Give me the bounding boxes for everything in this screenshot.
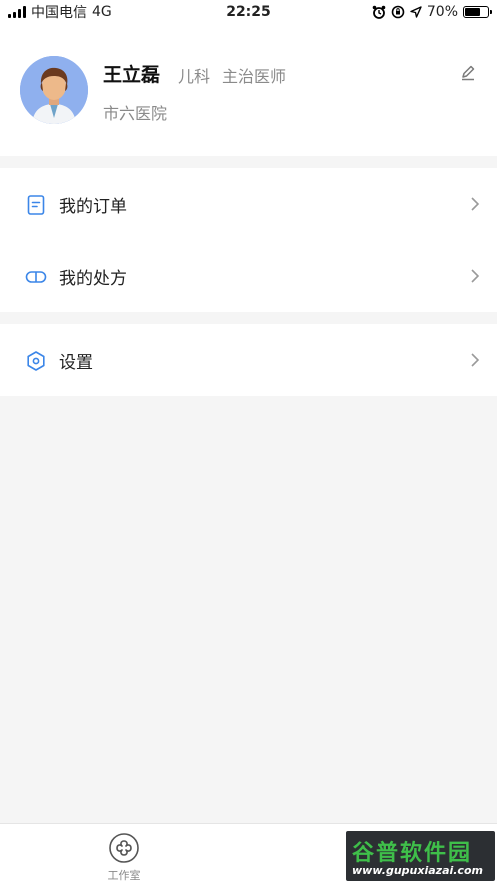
pill-icon bbox=[25, 271, 47, 283]
profile-card[interactable]: 王立磊 儿科 主治医师 市六医院 bbox=[0, 24, 497, 156]
doctor-avatar[interactable] bbox=[20, 56, 88, 124]
clover-icon bbox=[109, 833, 139, 863]
doctor-avatar-icon bbox=[20, 56, 88, 124]
doctor-department: 儿科 bbox=[178, 67, 211, 86]
menu-group-records: 我的订单 我的处方 bbox=[0, 168, 497, 312]
status-left: 中国电信 4G bbox=[8, 2, 112, 22]
doctor-title: 主治医师 bbox=[222, 67, 287, 86]
chevron-right-icon bbox=[471, 353, 480, 367]
menu-item-prescriptions[interactable]: 我的处方 bbox=[0, 240, 497, 312]
pencil-icon bbox=[462, 65, 475, 81]
battery-level bbox=[465, 8, 481, 16]
status-right: 70% bbox=[372, 4, 492, 20]
carrier-label: 中国电信 bbox=[31, 5, 87, 21]
menu-item-orders[interactable]: 我的订单 bbox=[0, 168, 497, 240]
menu-group-settings: 设置 bbox=[0, 324, 497, 396]
watermark-url: www.gupuxiazai.com bbox=[352, 864, 483, 877]
doctor-name: 王立磊 bbox=[103, 64, 161, 86]
battery-icon bbox=[463, 6, 492, 18]
tab-workroom[interactable]: 工作室 bbox=[94, 830, 154, 882]
menu-label-orders: 我的订单 bbox=[59, 196, 127, 217]
network-label: 4G bbox=[92, 4, 112, 20]
watermark-title: 谷普软件园 bbox=[352, 841, 473, 866]
hexagon-gear-icon bbox=[27, 351, 45, 371]
watermark-logo: 谷普软件园 www.gupuxiazai.com bbox=[346, 831, 495, 881]
menu-label-prescriptions: 我的处方 bbox=[59, 268, 127, 289]
menu-item-settings[interactable]: 设置 bbox=[0, 324, 497, 396]
tab-label-workroom: 工作室 bbox=[107, 869, 141, 882]
alarm-icon bbox=[372, 5, 386, 19]
battery-percent: 70% bbox=[426, 4, 458, 20]
edit-profile-button[interactable] bbox=[458, 62, 478, 82]
location-arrow-icon bbox=[410, 6, 422, 18]
document-icon bbox=[27, 195, 45, 215]
status-bar: 中国电信 4G 22:25 70% bbox=[0, 0, 497, 24]
menu-label-settings: 设置 bbox=[59, 352, 93, 373]
signal-icon bbox=[8, 6, 26, 18]
chevron-right-icon bbox=[471, 197, 480, 211]
doctor-hospital: 市六医院 bbox=[103, 104, 168, 123]
chevron-right-icon bbox=[471, 269, 480, 283]
rotation-lock-icon bbox=[391, 5, 405, 19]
